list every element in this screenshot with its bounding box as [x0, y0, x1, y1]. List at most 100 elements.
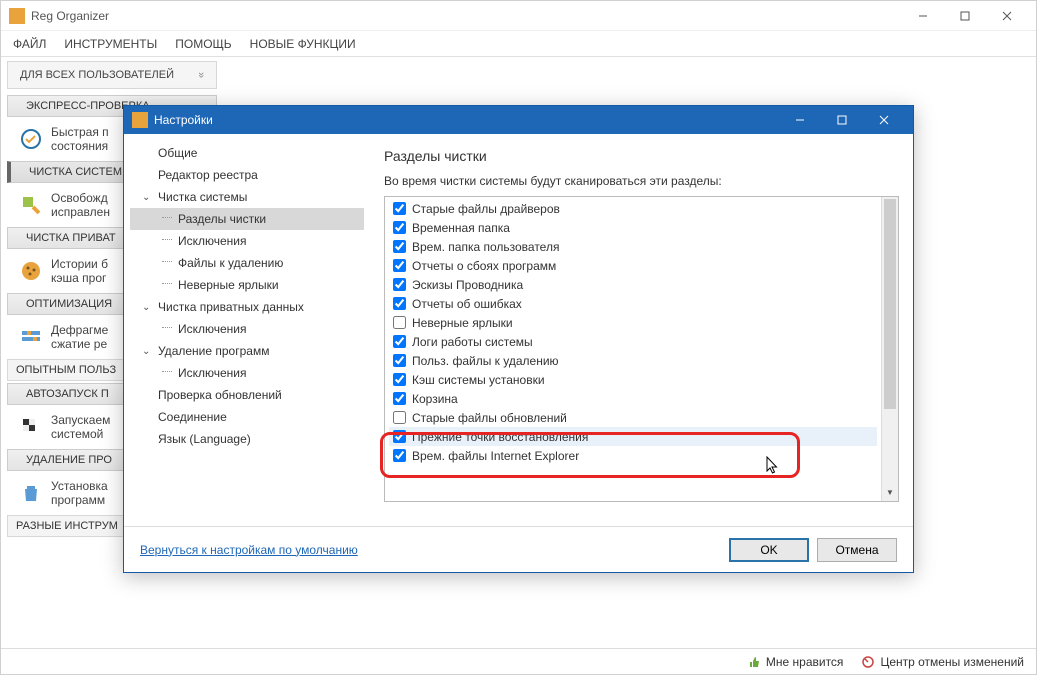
checklist-row[interactable]: Прежние точки восстановления — [389, 427, 877, 446]
checklist-label: Прежние точки восстановления — [412, 430, 588, 444]
tree-private-clean[interactable]: ⌄Чистка приватных данных — [130, 296, 364, 318]
checklist-label: Логи работы системы — [412, 335, 533, 349]
user-scope-selector[interactable]: ДЛЯ ВСЕХ ПОЛЬЗОВАТЕЛЕЙ — [7, 61, 217, 89]
status-undo-center[interactable]: Центр отмены изменений — [861, 655, 1024, 669]
checklist-row[interactable]: Врем. папка пользователя — [389, 237, 877, 256]
tree-registry-editor[interactable]: Редактор реестра — [130, 164, 364, 186]
dialog-icon — [132, 112, 148, 128]
dialog-maximize-button[interactable] — [821, 108, 863, 132]
dialog-footer: Вернуться к настройкам по умолчанию OK О… — [124, 526, 913, 572]
checklist-checkbox[interactable] — [393, 373, 406, 386]
user-scope-label: ДЛЯ ВСЕХ ПОЛЬЗОВАТЕЛЕЙ — [20, 69, 174, 81]
checklist-row[interactable]: Старые файлы драйверов — [389, 199, 877, 218]
settings-tree: Общие Редактор реестра ⌄Чистка системы Р… — [124, 134, 370, 526]
checklist-label: Врем. папка пользователя — [412, 240, 559, 254]
cancel-button[interactable]: Отмена — [817, 538, 897, 562]
checklist-container: Старые файлы драйверов Временная папка Вре… — [384, 196, 899, 502]
checklist-label: Временная папка — [412, 221, 510, 235]
checklist-checkbox[interactable] — [393, 297, 406, 310]
scroll-thumb[interactable] — [884, 199, 896, 409]
menu-help[interactable]: ПОМОЩЬ — [167, 33, 239, 55]
checklist-row[interactable]: Отчеты об ошибках — [389, 294, 877, 313]
checklist-checkbox[interactable] — [393, 240, 406, 253]
menu-file[interactable]: ФАЙЛ — [5, 33, 54, 55]
dialog-titlebar: Настройки — [124, 106, 913, 134]
window-controls — [902, 2, 1028, 30]
tree-language[interactable]: Язык (Language) — [130, 428, 364, 450]
close-button[interactable] — [986, 2, 1028, 30]
checklist-row[interactable]: Врем. файлы Internet Explorer — [389, 446, 877, 465]
main-titlebar: Reg Organizer — [1, 1, 1036, 31]
checklist[interactable]: Старые файлы драйверов Временная папка Вре… — [385, 197, 881, 501]
tree-private-exclusions[interactable]: Исключения — [130, 318, 364, 340]
checkmark-icon — [19, 127, 43, 151]
checklist-label: Эскизы Проводника — [412, 278, 523, 292]
status-like[interactable]: Мне нравится — [747, 655, 844, 669]
scroll-down-icon[interactable]: ▼ — [882, 484, 898, 501]
checklist-checkbox[interactable] — [393, 335, 406, 348]
checklist-row[interactable]: Логи работы системы — [389, 332, 877, 351]
checklist-row[interactable]: Кэш системы установки — [389, 370, 877, 389]
tree-system-clean[interactable]: ⌄Чистка системы — [130, 186, 364, 208]
menubar: ФАЙЛ ИНСТРУМЕНТЫ ПОМОЩЬ НОВЫЕ ФУНКЦИИ — [1, 31, 1036, 57]
scrollbar[interactable]: ▲ ▼ — [881, 197, 898, 501]
checklist-label: Польз. файлы к удалению — [412, 354, 559, 368]
checklist-checkbox[interactable] — [393, 278, 406, 291]
checklist-label: Старые файлы драйверов — [412, 202, 560, 216]
ok-button[interactable]: OK — [729, 538, 809, 562]
dialog-minimize-button[interactable] — [779, 108, 821, 132]
maximize-button[interactable] — [944, 2, 986, 30]
checklist-label: Неверные ярлыки — [412, 316, 513, 330]
tree-uninstall[interactable]: ⌄Удаление программ — [130, 340, 364, 362]
checklist-checkbox[interactable] — [393, 316, 406, 329]
checklist-row[interactable]: Временная папка — [389, 218, 877, 237]
reset-defaults-link[interactable]: Вернуться к настройкам по умолчанию — [140, 543, 358, 557]
minimize-button[interactable] — [902, 2, 944, 30]
checklist-row[interactable]: Старые файлы обновлений — [389, 408, 877, 427]
tree-bad-shortcuts[interactable]: Неверные ярлыки — [130, 274, 364, 296]
statusbar: Мне нравится Центр отмены изменений — [1, 648, 1036, 674]
checklist-checkbox[interactable] — [393, 221, 406, 234]
checklist-checkbox[interactable] — [393, 354, 406, 367]
tree-general[interactable]: Общие — [130, 142, 364, 164]
checklist-row[interactable]: Эскизы Проводника — [389, 275, 877, 294]
checklist-label: Старые файлы обновлений — [412, 411, 567, 425]
checklist-label: Отчеты об ошибках — [412, 297, 522, 311]
checklist-label: Отчеты о сбоях программ — [412, 259, 556, 273]
checklist-label: Врем. файлы Internet Explorer — [412, 449, 579, 463]
checklist-label: Кэш системы установки — [412, 373, 545, 387]
menu-instruments[interactable]: ИНСТРУМЕНТЫ — [56, 33, 165, 55]
undo-icon — [861, 655, 875, 669]
panel-title: Разделы чистки — [384, 148, 899, 164]
checklist-checkbox[interactable] — [393, 430, 406, 443]
tree-update-check[interactable]: Проверка обновлений — [130, 384, 364, 406]
chevron-down-icon: ⌄ — [142, 189, 150, 207]
tree-uninstall-exclusions[interactable]: Исключения — [130, 362, 364, 384]
dialog-close-button[interactable] — [863, 108, 905, 132]
broom-icon — [19, 193, 43, 217]
app-icon — [9, 8, 25, 24]
tree-exclusions[interactable]: Исключения — [130, 230, 364, 252]
checklist-checkbox[interactable] — [393, 411, 406, 424]
checklist-checkbox[interactable] — [393, 202, 406, 215]
chevron-down-icon — [198, 69, 204, 81]
tree-connection[interactable]: Соединение — [130, 406, 364, 428]
dialog-body: Общие Редактор реестра ⌄Чистка системы Р… — [124, 134, 913, 526]
checklist-checkbox[interactable] — [393, 259, 406, 272]
thumbs-up-icon — [747, 655, 761, 669]
checklist-row[interactable]: Польз. файлы к удалению — [389, 351, 877, 370]
tree-clean-sections[interactable]: Разделы чистки — [130, 208, 364, 230]
checklist-checkbox[interactable] — [393, 392, 406, 405]
tree-files-delete[interactable]: Файлы к удалению — [130, 252, 364, 274]
checklist-checkbox[interactable] — [393, 449, 406, 462]
checklist-row[interactable]: Неверные ярлыки — [389, 313, 877, 332]
checklist-row[interactable]: Корзина — [389, 389, 877, 408]
chevron-down-icon: ⌄ — [142, 299, 150, 317]
flag-icon — [19, 415, 43, 439]
chevron-down-icon: ⌄ — [142, 343, 150, 361]
settings-dialog: Настройки Общие Редактор реестра ⌄Чистка… — [123, 105, 914, 573]
app-title: Reg Organizer — [31, 9, 902, 23]
panel-desc: Во время чистки системы будут сканироват… — [384, 174, 899, 188]
menu-new-funcs[interactable]: НОВЫЕ ФУНКЦИИ — [242, 33, 364, 55]
checklist-row[interactable]: Отчеты о сбоях программ — [389, 256, 877, 275]
